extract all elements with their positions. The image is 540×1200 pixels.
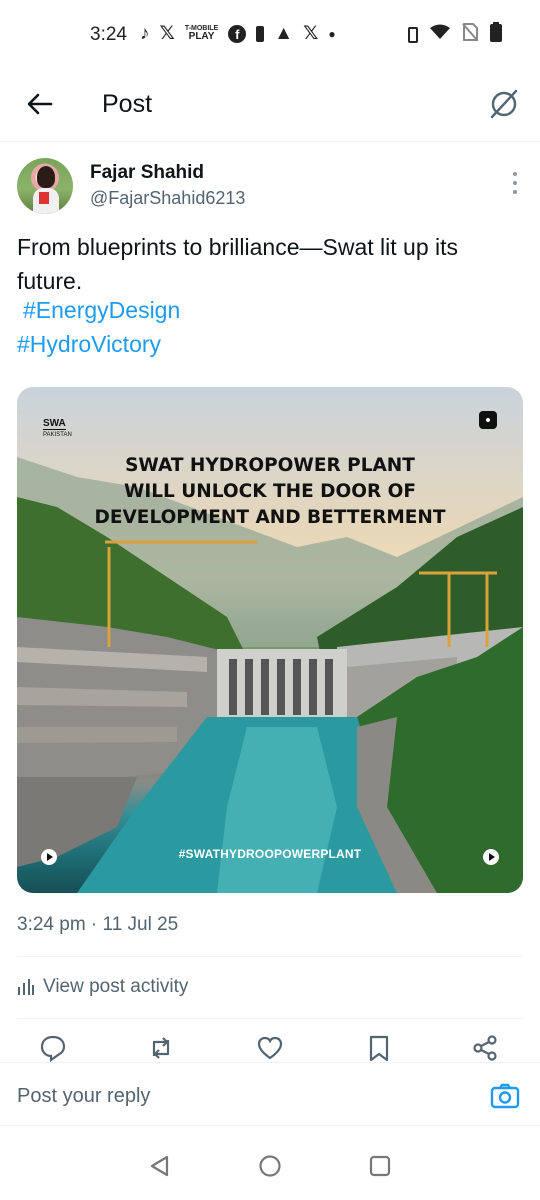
more-options-icon[interactable] [513, 172, 519, 194]
activity-label: View post activity [43, 976, 189, 997]
system-icons [408, 22, 502, 47]
nav-recents-icon[interactable] [368, 1154, 392, 1178]
repost-icon[interactable] [147, 1034, 175, 1062]
no-sim-icon [462, 23, 478, 46]
wifi-icon [430, 24, 450, 45]
dot-icon: ● [328, 26, 336, 41]
status-bar: 3:24 ♪ 𝕏 T-MOBILE PLAY f ▲ 𝕏 ● [0, 0, 540, 72]
x-icon: 𝕏 [303, 23, 319, 44]
system-navigation-bar [0, 1130, 540, 1200]
page-title: Post [102, 90, 153, 118]
avatar[interactable] [17, 158, 73, 214]
analytics-icon [18, 979, 34, 995]
author-name[interactable]: Fajar Shahid [90, 162, 204, 184]
tweet-image[interactable]: SWA PAKISTAN SWAT HYDROPOWER PLANT WILL … [17, 387, 523, 893]
reply-icon[interactable] [39, 1034, 67, 1063]
tiktok-icon: ♪ [140, 22, 150, 44]
nav-home-icon[interactable] [258, 1154, 282, 1178]
top-app-bar: Post [0, 72, 540, 142]
back-arrow-icon[interactable] [24, 88, 56, 120]
hashtag-link[interactable]: #HydroVictory [17, 331, 161, 358]
status-time: 3:24 [90, 24, 127, 45]
camera-icon[interactable] [490, 1083, 520, 1109]
like-icon[interactable] [256, 1034, 284, 1062]
post-timestamp: 3:24 pm · 11 Jul 25 [17, 914, 179, 935]
x-icon: 𝕏 [159, 23, 175, 44]
tmobile-play-icon: T-MOBILE PLAY [184, 25, 219, 42]
notification-icons: ♪ 𝕏 T-MOBILE PLAY f ▲ 𝕏 ● [140, 22, 336, 45]
brand-logo: SWA PAKISTAN [43, 418, 72, 438]
media-headline: SWAT HYDROPOWER PLANT WILL UNLOCK THE DO… [94, 455, 446, 528]
play-icon [41, 849, 57, 865]
nav-back-icon[interactable] [148, 1154, 172, 1178]
grok-icon[interactable] [486, 86, 522, 122]
play-icon [483, 849, 499, 865]
facebook-icon: f [228, 24, 247, 43]
share-icon[interactable] [471, 1034, 499, 1062]
divider [17, 956, 523, 957]
hashtag-link[interactable]: #EnergyDesign [23, 297, 180, 324]
warning-icon: ▲ [274, 22, 294, 44]
author-handle[interactable]: @FajarShahid6213 [90, 188, 245, 209]
battery-icon [490, 22, 502, 47]
bookmark-icon[interactable] [365, 1034, 393, 1062]
vibrate-icon [408, 26, 418, 43]
tweet-author: Fajar Shahid @FajarShahid6213 [17, 158, 523, 218]
tweet-text: From blueprints to brilliance—Swat lit u… [17, 234, 458, 294]
tweet-actions [17, 1034, 523, 1063]
reply-input[interactable]: Post your reply [17, 1085, 150, 1108]
sticker-icon [479, 411, 497, 429]
battery-saver-icon [256, 25, 265, 42]
view-post-activity[interactable]: View post activity [17, 976, 188, 998]
divider [17, 1018, 523, 1019]
media-hashtag: #SWATHYDROOPOWERPLANT [178, 847, 362, 861]
reply-bar: Post your reply [0, 1062, 540, 1126]
